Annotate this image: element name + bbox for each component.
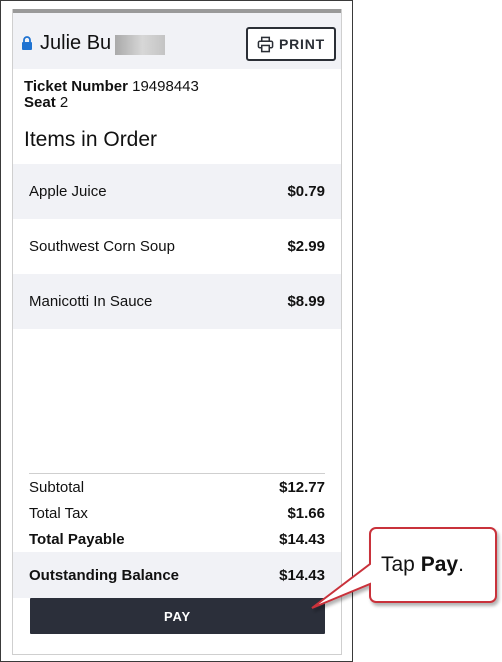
- instruction-callout: Tap Pay.: [308, 524, 498, 610]
- item-name: Southwest Corn Soup: [29, 238, 175, 255]
- totals-section: Subtotal $12.77 Total Tax $1.66 Total Pa…: [13, 473, 341, 552]
- customer-name: Julie Bu: [40, 32, 112, 54]
- callout-suffix: .: [458, 553, 464, 576]
- callout-text: Tap Pay.: [381, 553, 464, 577]
- ticket-meta: Ticket Number 19498443 Seat 2: [24, 79, 199, 111]
- tax-row: Total Tax $1.66: [13, 500, 341, 526]
- item-price: $0.79: [287, 183, 325, 200]
- pay-button[interactable]: PAY: [30, 598, 325, 634]
- subtotal-label: Subtotal: [29, 478, 85, 496]
- list-item: Southwest Corn Soup $2.99: [13, 219, 341, 274]
- lock-icon: [22, 36, 32, 50]
- outstanding-label: Outstanding Balance: [29, 566, 180, 584]
- outstanding-balance-row: Outstanding Balance $14.43: [13, 552, 341, 598]
- items-title: Items in Order: [24, 128, 158, 151]
- item-name: Manicotti In Sauce: [29, 293, 153, 310]
- printer-icon: [257, 36, 274, 52]
- total-payable-row: Total Payable $14.43: [13, 526, 341, 552]
- item-name: Apple Juice: [29, 183, 107, 200]
- print-label: PRINT: [279, 36, 325, 52]
- subtotal-row: Subtotal $12.77: [13, 474, 341, 500]
- redacted-name-block: [115, 35, 165, 55]
- seat-label: Seat: [24, 94, 56, 111]
- callout-emphasis: Pay: [420, 553, 459, 576]
- callout-prefix: Tap: [381, 553, 421, 576]
- app-frame: Julie Bu PRINT Ticket Number 19498443 Se…: [0, 0, 353, 662]
- subtotal-value: $12.77: [279, 478, 325, 496]
- tax-label: Total Tax: [29, 504, 88, 522]
- order-items-list: Apple Juice $0.79 Southwest Corn Soup $2…: [13, 164, 341, 329]
- tax-value: $1.66: [287, 504, 325, 522]
- ticket-number-value: 19498443: [132, 78, 199, 95]
- list-item: Apple Juice $0.79: [13, 164, 341, 219]
- panel-header: Julie Bu PRINT: [13, 13, 341, 69]
- print-button[interactable]: PRINT: [246, 27, 336, 61]
- item-price: $8.99: [287, 293, 325, 310]
- total-payable-label: Total Payable: [29, 530, 125, 548]
- ticket-number-label: Ticket Number: [24, 78, 128, 95]
- order-panel: Julie Bu PRINT Ticket Number 19498443 Se…: [12, 9, 342, 655]
- item-price: $2.99: [287, 238, 325, 255]
- list-item: Manicotti In Sauce $8.99: [13, 274, 341, 329]
- pay-label: PAY: [164, 608, 191, 624]
- seat-value: 2: [59, 94, 69, 111]
